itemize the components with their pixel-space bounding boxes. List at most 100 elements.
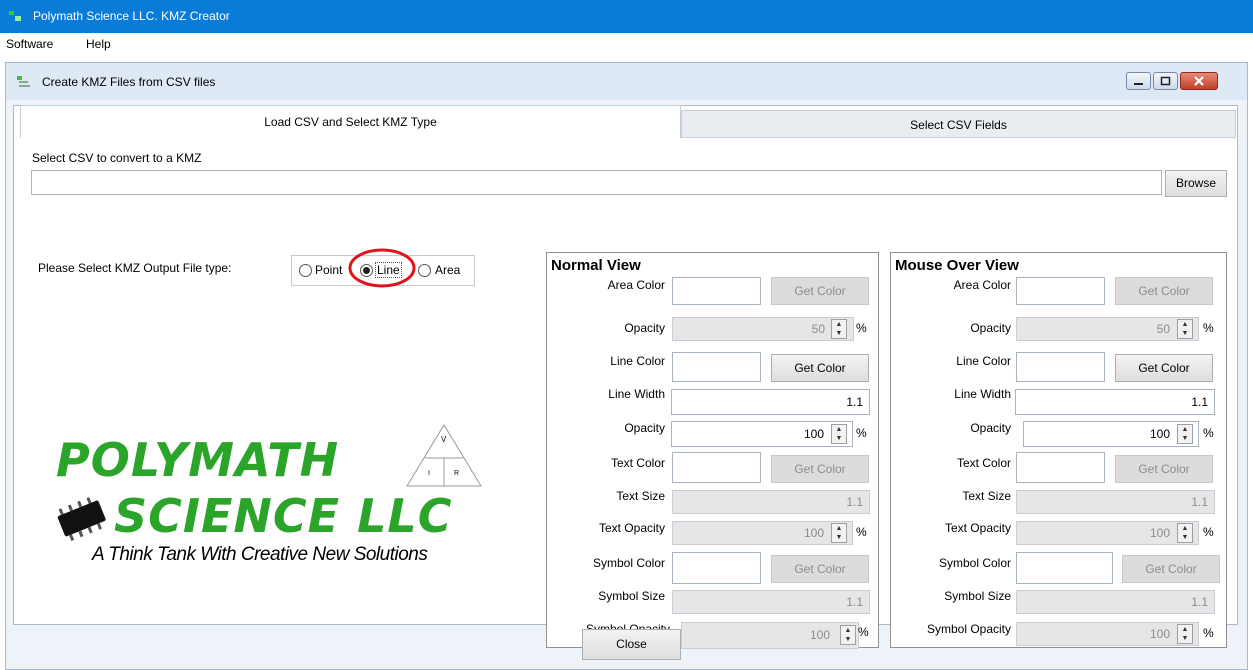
radio-point[interactable] bbox=[299, 264, 312, 277]
app-titlebar: Polymath Science LLC. KMZ Creator bbox=[0, 0, 1253, 33]
m-opacity-label: Opacity bbox=[970, 321, 1011, 335]
menu-software[interactable]: Software bbox=[6, 37, 53, 51]
radio-area[interactable] bbox=[418, 264, 431, 277]
csv-path-field[interactable] bbox=[31, 170, 1162, 195]
m-area-get-color-button[interactable]: Get Color bbox=[1115, 277, 1213, 305]
m-line-width-input[interactable]: 1.1 bbox=[1015, 389, 1215, 415]
app-icon bbox=[9, 11, 21, 21]
m-area-color-label: Area Color bbox=[953, 278, 1011, 292]
chip-icon bbox=[57, 497, 106, 541]
n-line-width-label: Line Width bbox=[608, 387, 665, 401]
m-text-color-swatch[interactable] bbox=[1016, 452, 1105, 483]
n-line-color-label: Line Color bbox=[610, 354, 665, 368]
window-title: Create KMZ Files from CSV files bbox=[42, 75, 216, 89]
n-text-opacity-value: 100 bbox=[803, 526, 824, 540]
n-line-opacity-spinner[interactable]: ▲ ▼ bbox=[831, 424, 847, 444]
highlight-circle-annotation bbox=[348, 248, 416, 288]
inner-window: Create KMZ Files from CSV files Load CSV… bbox=[5, 62, 1248, 670]
normal-view-title: Normal View bbox=[551, 257, 641, 274]
n-symbol-size-input[interactable]: 1.1 bbox=[672, 590, 870, 614]
tab-container: Load CSV and Select KMZ Type Select CSV … bbox=[13, 105, 1238, 649]
window-icon bbox=[17, 76, 30, 87]
m-text-color-label: Text Color bbox=[956, 456, 1011, 470]
n-text-color-swatch[interactable] bbox=[672, 452, 761, 483]
m-text-opacity-pct: % bbox=[1203, 525, 1214, 539]
n-line-opacity-value: 100 bbox=[803, 427, 824, 441]
m-symbol-opacity-value: 100 bbox=[1149, 627, 1170, 641]
mouse-over-view-title: Mouse Over View bbox=[895, 257, 1019, 274]
m-area-color-swatch[interactable] bbox=[1016, 277, 1105, 305]
triangle-top-letter: V bbox=[441, 435, 447, 444]
m-symbol-opacity-spinner[interactable]: ▲ ▼ bbox=[1177, 624, 1193, 644]
n-text-size-label: Text Size bbox=[616, 489, 665, 503]
mouse-over-view-panel: Mouse Over View Area Color Get Color Opa… bbox=[890, 252, 1227, 648]
n-line-opacity-pct: % bbox=[856, 426, 867, 440]
close-icon bbox=[1194, 76, 1204, 86]
menu-bar: Software Help bbox=[0, 33, 1253, 57]
menu-help[interactable]: Help bbox=[86, 37, 111, 51]
n-line-opacity-label: Opacity bbox=[624, 421, 665, 435]
m-line-width-label: Line Width bbox=[954, 387, 1011, 401]
m-symbol-color-swatch[interactable] bbox=[1016, 552, 1113, 584]
kmz-type-label: Please Select KMZ Output File type: bbox=[38, 261, 232, 275]
m-text-size-label: Text Size bbox=[962, 489, 1011, 503]
n-symbol-opacity-spinner[interactable]: ▲ ▼ bbox=[840, 625, 856, 645]
browse-button[interactable]: Browse bbox=[1165, 170, 1227, 197]
n-line-get-color-button[interactable]: Get Color bbox=[771, 354, 869, 382]
n-symbol-size-label: Symbol Size bbox=[598, 589, 665, 603]
logo-tagline: A Think Tank With Creative New Solutions bbox=[92, 544, 428, 565]
radio-point-label: Point bbox=[315, 263, 343, 277]
app-title: Polymath Science LLC. KMZ Creator bbox=[33, 9, 230, 23]
n-line-width-input[interactable]: 1.1 bbox=[671, 389, 870, 415]
tab-select-fields[interactable]: Select CSV Fields bbox=[681, 110, 1236, 138]
close-window-button[interactable] bbox=[1180, 72, 1218, 90]
m-line-opacity-input[interactable]: 100 bbox=[1023, 421, 1199, 447]
m-text-opacity-label: Text Opacity bbox=[944, 521, 1011, 535]
ohms-law-triangle-icon bbox=[406, 424, 482, 487]
triangle-right-letter: R bbox=[454, 470, 460, 477]
n-line-color-swatch[interactable] bbox=[672, 352, 761, 382]
m-line-color-swatch[interactable] bbox=[1016, 352, 1105, 382]
triangle-left-letter: I bbox=[428, 470, 430, 477]
n-text-size-input[interactable]: 1.1 bbox=[672, 490, 870, 514]
m-symbol-size-input[interactable]: 1.1 bbox=[1016, 590, 1215, 614]
n-text-get-color-button[interactable]: Get Color bbox=[771, 455, 869, 483]
m-text-size-input[interactable]: 1.1 bbox=[1016, 490, 1215, 514]
n-area-opacity-spinner[interactable]: ▲ ▼ bbox=[831, 319, 847, 339]
radio-area-label: Area bbox=[435, 263, 461, 277]
n-area-opacity-pct: % bbox=[856, 321, 867, 335]
m-area-opacity-spinner[interactable]: ▲ ▼ bbox=[1177, 319, 1193, 339]
n-text-opacity-input[interactable]: 100 bbox=[672, 521, 853, 545]
n-symbol-get-color-button[interactable]: Get Color bbox=[771, 555, 869, 583]
m-symbol-color-label: Symbol Color bbox=[938, 556, 1011, 570]
m-line-color-label: Line Color bbox=[956, 354, 1011, 368]
n-area-color-swatch[interactable] bbox=[672, 277, 761, 305]
n-symbol-opacity-input[interactable]: 100 bbox=[681, 622, 859, 649]
inner-titlebar: Create KMZ Files from CSV files bbox=[6, 63, 1247, 100]
m-text-get-color-button[interactable]: Get Color bbox=[1115, 455, 1213, 483]
n-symbol-color-label: Symbol Color bbox=[592, 556, 665, 570]
m-symbol-get-color-button[interactable]: Get Color bbox=[1122, 555, 1220, 583]
n-symbol-color-swatch[interactable] bbox=[672, 552, 761, 584]
n-symbol-opacity-pct: % bbox=[858, 625, 869, 639]
tab-load-csv[interactable]: Load CSV and Select KMZ Type bbox=[20, 105, 681, 138]
m-area-opacity-value: 50 bbox=[1156, 322, 1170, 336]
m-area-opacity-input[interactable]: 50 bbox=[1016, 317, 1199, 341]
m-line-opacity-spinner[interactable]: ▲ ▼ bbox=[1177, 424, 1193, 444]
m-symbol-opacity-label: Symbol Opacity bbox=[926, 622, 1011, 636]
n-text-opacity-spinner[interactable]: ▲ ▼ bbox=[831, 523, 847, 543]
n-area-get-color-button[interactable]: Get Color bbox=[771, 277, 869, 305]
n-line-opacity-input[interactable]: 100 bbox=[671, 421, 853, 447]
normal-view-panel: Normal View Area Color Get Color Opacity… bbox=[546, 252, 879, 649]
csv-label: Select CSV to convert to a KMZ bbox=[32, 151, 202, 165]
n-area-color-label: Area Color bbox=[607, 278, 665, 292]
m-text-opacity-value: 100 bbox=[1149, 526, 1170, 540]
minimize-button[interactable] bbox=[1126, 72, 1151, 90]
maximize-button[interactable] bbox=[1153, 72, 1178, 90]
m-symbol-opacity-input[interactable]: 100 bbox=[1016, 622, 1199, 646]
m-line-get-color-button[interactable]: Get Color bbox=[1115, 354, 1213, 382]
close-button[interactable]: Close bbox=[582, 629, 681, 660]
m-text-opacity-spinner[interactable]: ▲ ▼ bbox=[1177, 523, 1193, 543]
m-text-opacity-input[interactable]: 100 bbox=[1016, 521, 1199, 545]
n-area-opacity-input[interactable]: 50 bbox=[672, 317, 854, 341]
